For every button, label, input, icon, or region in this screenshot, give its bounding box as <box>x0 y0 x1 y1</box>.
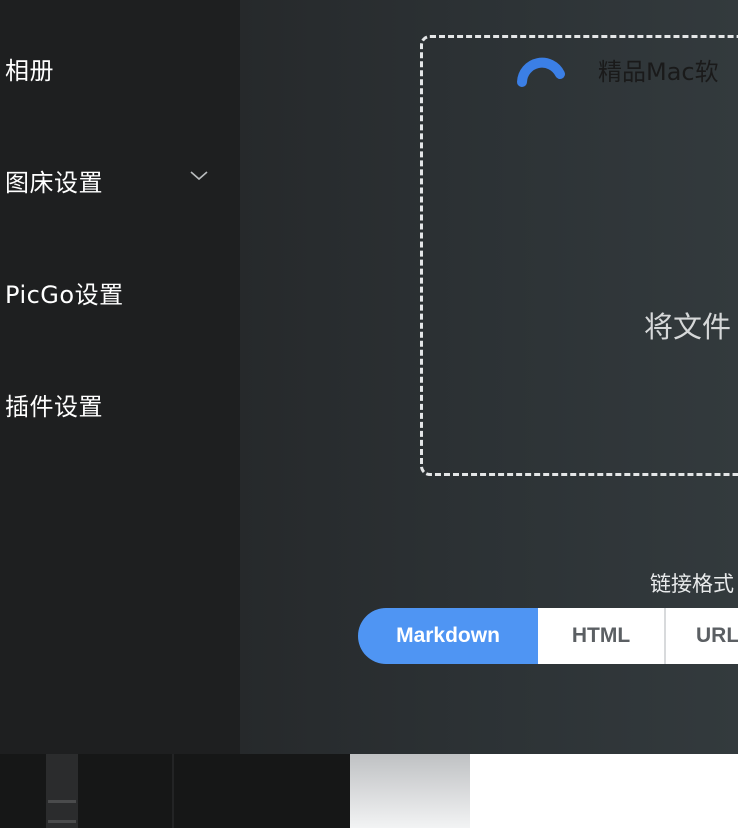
chevron-down-icon[interactable] <box>185 166 213 186</box>
upload-dropzone[interactable] <box>420 35 738 476</box>
promo-text: 精品Mac软 <box>598 58 719 86</box>
film-strip-icon <box>46 754 78 828</box>
sidebar-item-label: 图床设置 <box>5 168 103 197</box>
app-logo-icon <box>517 57 565 87</box>
sidebar-item-gallery[interactable]: 相册 <box>5 48 235 88</box>
sidebar-item-label: 相册 <box>5 56 54 85</box>
dropzone-hint: 将文件 <box>644 310 732 344</box>
sidebar: 相册 图床设置 PicGo设置 插件设置 <box>0 0 240 754</box>
sidebar-item-picgo-settings[interactable]: PicGo设置 <box>5 272 235 312</box>
sidebar-item-label: 插件设置 <box>5 392 103 421</box>
light-panel <box>350 754 470 828</box>
link-format-markdown-button[interactable]: Markdown <box>358 608 538 664</box>
promo-panel <box>470 754 738 828</box>
sidebar-item-plugin-settings[interactable]: 插件设置 <box>5 384 235 424</box>
background-strip <box>0 754 738 828</box>
picgo-window: 相册 图床设置 PicGo设置 插件设置 将文件 链接格式 Markdown H… <box>0 0 738 754</box>
sidebar-item-label: PicGo设置 <box>5 280 124 309</box>
upload-panel: 将文件 链接格式 Markdown HTML URL <box>240 0 738 754</box>
link-format-label: 链接格式 <box>650 572 734 596</box>
link-format-html-button[interactable]: HTML <box>538 608 666 664</box>
divider <box>172 754 174 828</box>
link-format-url-button[interactable]: URL <box>666 608 738 664</box>
sidebar-item-pic-bed-settings[interactable]: 图床设置 <box>5 160 235 200</box>
